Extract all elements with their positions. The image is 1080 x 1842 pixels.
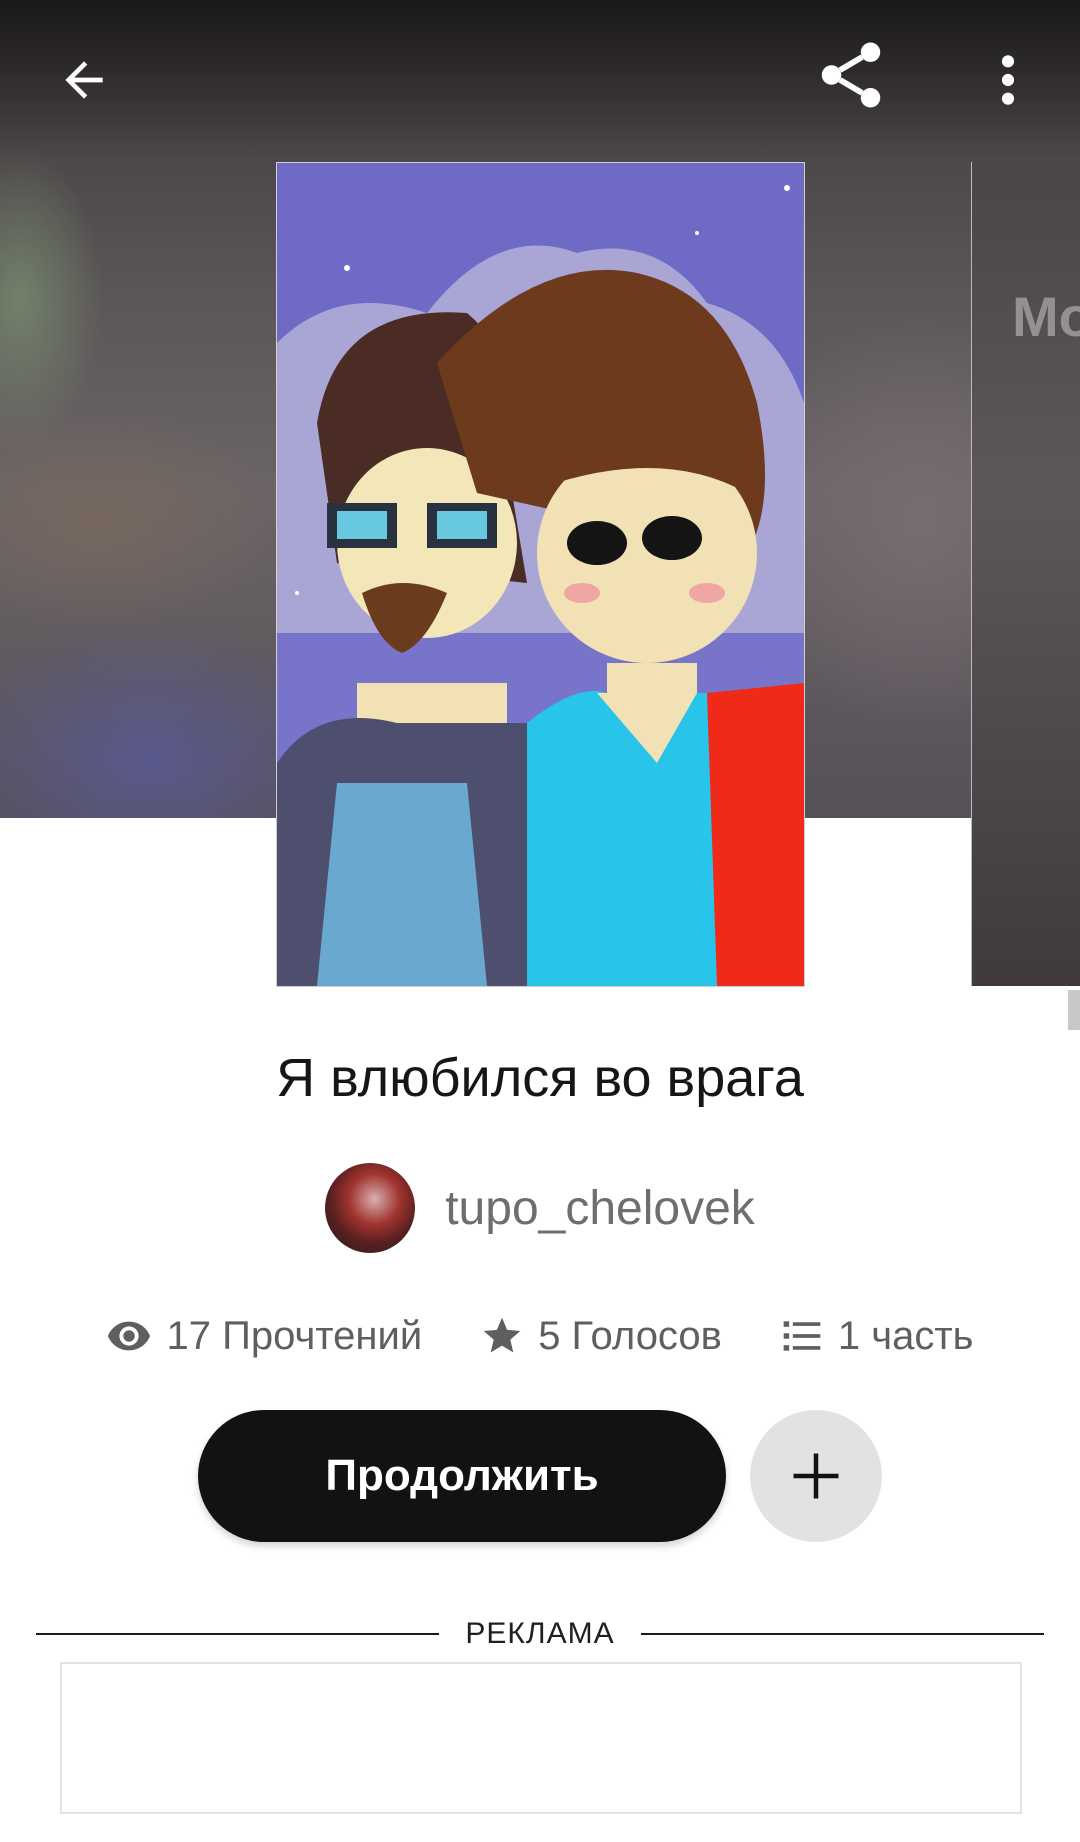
star-icon <box>483 1317 521 1353</box>
ad-container[interactable] <box>60 1662 1022 1814</box>
story-stats: 17 Прочтений 5 Голосов 1 часть <box>0 1306 1080 1366</box>
header-shade <box>0 0 1080 160</box>
divider-left <box>36 1633 440 1635</box>
list-icon <box>783 1321 821 1351</box>
parts-stat: 1 часть <box>780 1314 974 1359</box>
plus-icon <box>793 1453 839 1499</box>
add-to-library-button[interactable] <box>750 1410 882 1542</box>
ad-label: РЕКЛАМА <box>465 1617 615 1650</box>
back-button[interactable] <box>40 36 128 124</box>
arrow-left-icon <box>65 61 103 99</box>
reads-count: 17 Прочтений <box>166 1313 423 1358</box>
continue-reading-button[interactable]: Продолжить <box>198 1410 726 1542</box>
scrollbar-thumb[interactable] <box>1068 990 1080 1030</box>
parts-count: 1 часть <box>837 1313 974 1358</box>
share-button[interactable] <box>806 30 896 120</box>
more-options-button[interactable] <box>972 36 1044 124</box>
next-cover-title: Mo <box>1012 285 1080 348</box>
votes-count: 5 Голосов <box>538 1313 722 1358</box>
story-title: Я влюбился во врага <box>276 1048 804 1108</box>
divider-right <box>640 1633 1045 1635</box>
author-row[interactable]: tupo_chelovek <box>0 1160 1080 1256</box>
share-icon <box>821 42 881 108</box>
ad-label-row: РЕКЛАМА <box>36 1614 1045 1654</box>
votes-stat: 5 Голосов <box>480 1314 722 1359</box>
next-story-cover[interactable]: Mo <box>971 162 1080 986</box>
more-vertical-icon <box>1001 55 1015 105</box>
eye-icon <box>108 1321 151 1351</box>
cover-illustration <box>277 163 804 986</box>
reads-stat: 17 Прочтений <box>106 1313 422 1359</box>
story-cover[interactable] <box>276 162 805 987</box>
author-avatar[interactable] <box>325 1163 416 1253</box>
author-name[interactable]: tupo_chelovek <box>445 1181 755 1236</box>
